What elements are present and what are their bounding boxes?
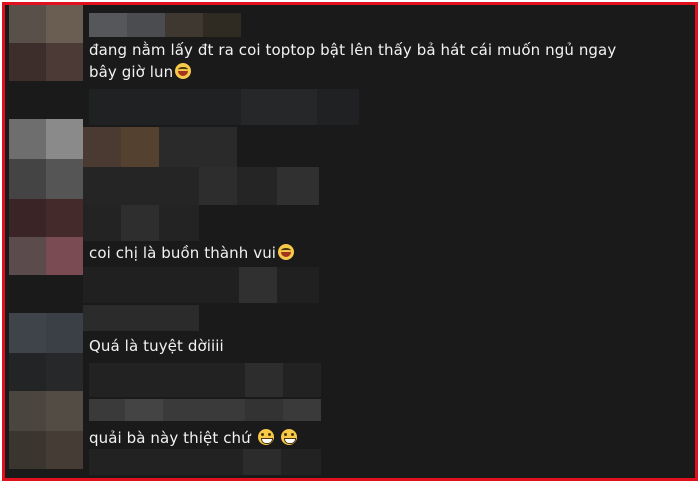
comment-text: quải bà này thiệt chứ xyxy=(89,427,297,449)
laughing-tears-icon xyxy=(278,244,295,260)
comment-text: Quá là tuyệt dờiiii xyxy=(89,337,224,355)
comment-text: đang nằm lấy đt ra coi toptop bật lên th… xyxy=(89,41,617,81)
grinning-icon xyxy=(280,429,297,445)
comment-text: coi chị là buồn thành vui xyxy=(89,242,295,264)
grinning-icon xyxy=(257,429,274,445)
comment-screenshot-frame: đang nằm lấy đt ra coi toptop bật lên th… xyxy=(2,2,698,481)
laughing-tears-icon xyxy=(175,63,192,79)
